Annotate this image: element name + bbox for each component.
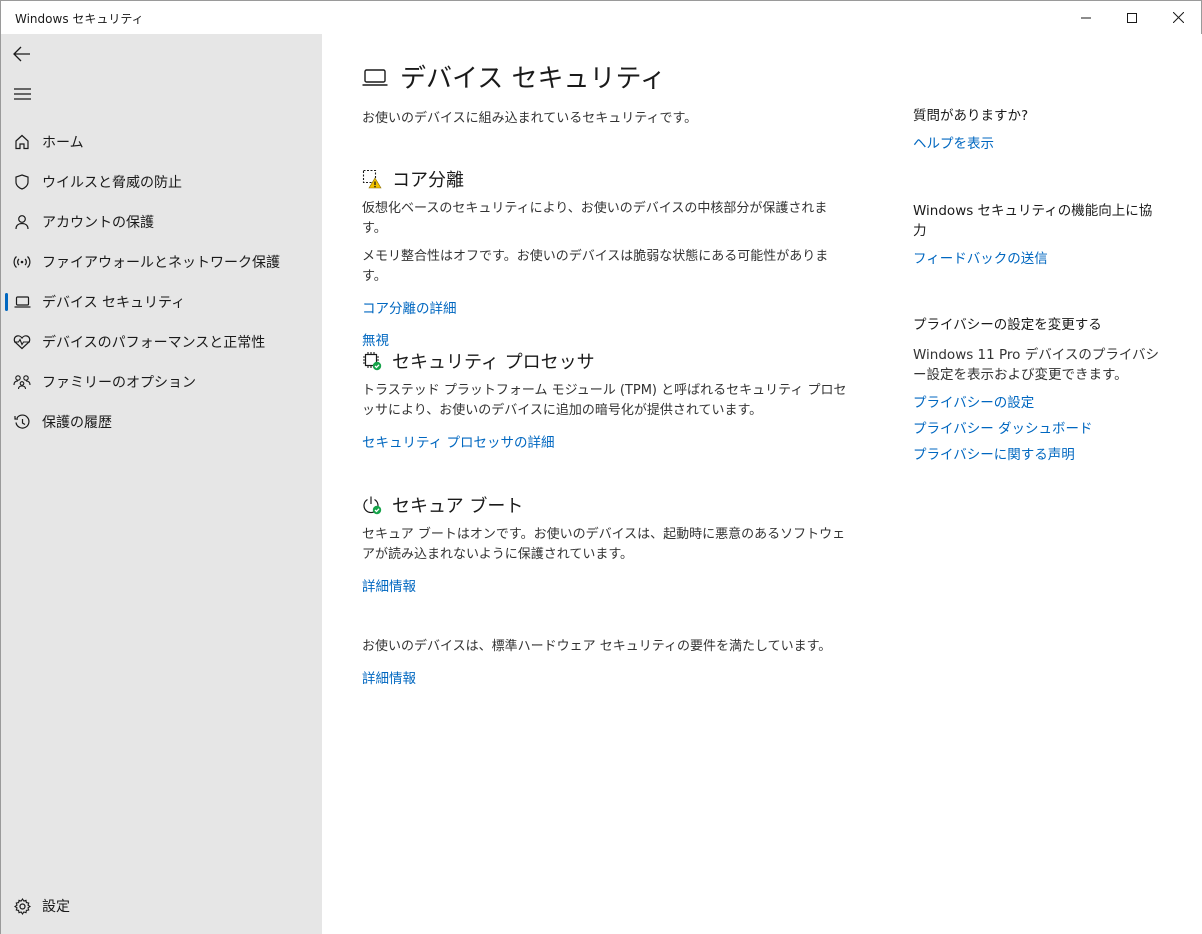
memory-integrity-status: メモリ整合性はオフです。お使いのデバイスは脆弱な状態にある可能性があります。	[362, 249, 829, 284]
privacy-settings-link[interactable]: プライバシーの設定	[913, 391, 1163, 411]
minimize-button[interactable]	[1063, 1, 1109, 34]
privacy-heading: プライバシーの設定を変更する	[913, 317, 1102, 333]
send-feedback-link[interactable]: フィードバックの送信	[913, 247, 1048, 267]
core-isolation-warning-icon	[362, 169, 382, 189]
hamburger-icon	[13, 88, 31, 100]
chip-check-icon	[362, 351, 382, 371]
sidebar-item-firewall[interactable]: ファイアウォールとネットワーク保護	[1, 242, 322, 282]
minimize-icon	[1081, 17, 1091, 18]
privacy-dashboard-link[interactable]: プライバシー ダッシュボード	[913, 417, 1163, 437]
hamburger-menu-button[interactable]	[9, 81, 35, 107]
laptop-icon	[13, 293, 31, 311]
sidebar-item-label: アカウントの保護	[42, 215, 154, 231]
section-text: セキュア ブートはオンです。お使いのデバイスは、起動時に悪意のあるソフトウェアが…	[362, 527, 846, 562]
sidebar-item-label: ホーム	[42, 135, 84, 151]
security-processor-details-link[interactable]: セキュリティ プロセッサの詳細	[362, 431, 554, 451]
back-button[interactable]	[9, 41, 35, 67]
laptop-icon	[362, 64, 388, 90]
security-processor-section: セキュリティ プロセッサ トラステッド プラットフォーム モジュール (TPM)…	[362, 347, 852, 451]
standard-hardware-section: お使いのデバイスは、標準ハードウェア セキュリティの要件を満たしています。 詳細…	[362, 637, 852, 687]
section-header: セキュリティ プロセッサ	[362, 347, 852, 375]
section-title: セキュリティ プロセッサ	[392, 352, 595, 373]
page-subtitle: お使いのデバイスに組み込まれているセキュリティです。	[362, 111, 698, 126]
close-icon	[1172, 12, 1184, 23]
feedback-panel: Windows セキュリティの機能向上に協力 フィードバックの送信	[913, 201, 1163, 267]
sidebar-item-label: ウイルスと脅威の防止	[42, 175, 182, 191]
section-text: 仮想化ベースのセキュリティにより、お使いのデバイスの中核部分が保護されます。	[362, 201, 828, 236]
maximize-button[interactable]	[1109, 1, 1155, 34]
gear-icon	[13, 897, 31, 915]
section-header: セキュア ブート	[362, 491, 852, 519]
app-window: Windows セキュリティ ホーム ウイルスと脅威の防止 アカウントの保護 フ…	[0, 0, 1202, 934]
get-help-link[interactable]: ヘルプを表示	[913, 132, 994, 152]
section-text: トラステッド プラットフォーム モジュール (TPM) と呼ばれるセキュリティ …	[362, 383, 847, 418]
wifi-signal-icon	[13, 253, 31, 271]
privacy-text: Windows 11 Pro デバイスのプライバシー設定を表示および変更できます…	[913, 347, 1160, 383]
close-button[interactable]	[1155, 1, 1201, 34]
privacy-statement-link[interactable]: プライバシーに関する声明	[913, 443, 1163, 463]
section-header: コア分離	[362, 165, 852, 193]
sidebar-item-protection-history[interactable]: 保護の履歴	[1, 402, 322, 442]
sidebar-item-device-security[interactable]: デバイス セキュリティ	[1, 282, 322, 322]
home-icon	[13, 133, 31, 151]
secure-boot-section: セキュア ブート セキュア ブートはオンです。お使いのデバイスは、起動時に悪意の…	[362, 491, 852, 595]
standard-details-link[interactable]: 詳細情報	[362, 667, 416, 687]
sidebar: ホーム ウイルスと脅威の防止 アカウントの保護 ファイアウォールとネットワーク保…	[1, 34, 322, 934]
sidebar-item-settings[interactable]: 設定	[1, 886, 322, 926]
sidebar-item-label: 設定	[42, 899, 70, 915]
window-title: Windows セキュリティ	[15, 12, 144, 26]
family-icon	[13, 373, 31, 391]
help-heading: 質問がありますか?	[913, 108, 1029, 124]
core-isolation-details-link[interactable]: コア分離の詳細	[362, 297, 457, 317]
sidebar-item-label: デバイス セキュリティ	[42, 295, 186, 311]
privacy-panel: プライバシーの設定を変更する Windows 11 Pro デバイスのプライバシ…	[913, 315, 1163, 463]
sidebar-item-device-performance[interactable]: デバイスのパフォーマンスと正常性	[1, 322, 322, 362]
sidebar-item-label: デバイスのパフォーマンスと正常性	[42, 335, 266, 351]
maximize-icon	[1127, 12, 1137, 23]
sidebar-item-label: ファイアウォールとネットワーク保護	[42, 255, 280, 271]
core-isolation-section: コア分離 仮想化ベースのセキュリティにより、お使いのデバイスの中核部分が保護され…	[362, 165, 852, 349]
sidebar-item-home[interactable]: ホーム	[1, 122, 322, 162]
ignore-link[interactable]: 無視	[362, 329, 389, 349]
help-panel: 質問がありますか? ヘルプを表示	[913, 106, 1163, 152]
nav-list: ホーム ウイルスと脅威の防止 アカウントの保護 ファイアウォールとネットワーク保…	[1, 122, 322, 442]
person-icon	[13, 213, 31, 231]
secure-boot-details-link[interactable]: 詳細情報	[362, 575, 416, 595]
sidebar-item-label: ファミリーのオプション	[42, 375, 196, 391]
back-arrow-icon	[13, 46, 30, 62]
heart-pulse-icon	[13, 333, 31, 351]
page-title-text: デバイス セキュリティ	[400, 64, 666, 94]
sidebar-item-account-protection[interactable]: アカウントの保護	[1, 202, 322, 242]
power-check-icon	[362, 495, 382, 515]
section-text: お使いのデバイスは、標準ハードウェア セキュリティの要件を満たしています。	[362, 639, 832, 654]
sidebar-item-family-options[interactable]: ファミリーのオプション	[1, 362, 322, 402]
title-bar: Windows セキュリティ	[1, 1, 1201, 34]
section-title: セキュア ブート	[392, 496, 524, 517]
main-content: デバイス セキュリティ お使いのデバイスに組み込まれているセキュリティです。 コ…	[322, 34, 1202, 934]
shield-icon	[13, 173, 31, 191]
feedback-heading: Windows セキュリティの機能向上に協力	[913, 203, 1153, 239]
sidebar-item-virus-protection[interactable]: ウイルスと脅威の防止	[1, 162, 322, 202]
page-title: デバイス セキュリティ	[362, 58, 666, 95]
sidebar-item-label: 保護の履歴	[42, 415, 112, 431]
sidebar-settings: 設定	[1, 886, 322, 926]
section-title: コア分離	[392, 170, 464, 191]
history-icon	[13, 413, 31, 431]
